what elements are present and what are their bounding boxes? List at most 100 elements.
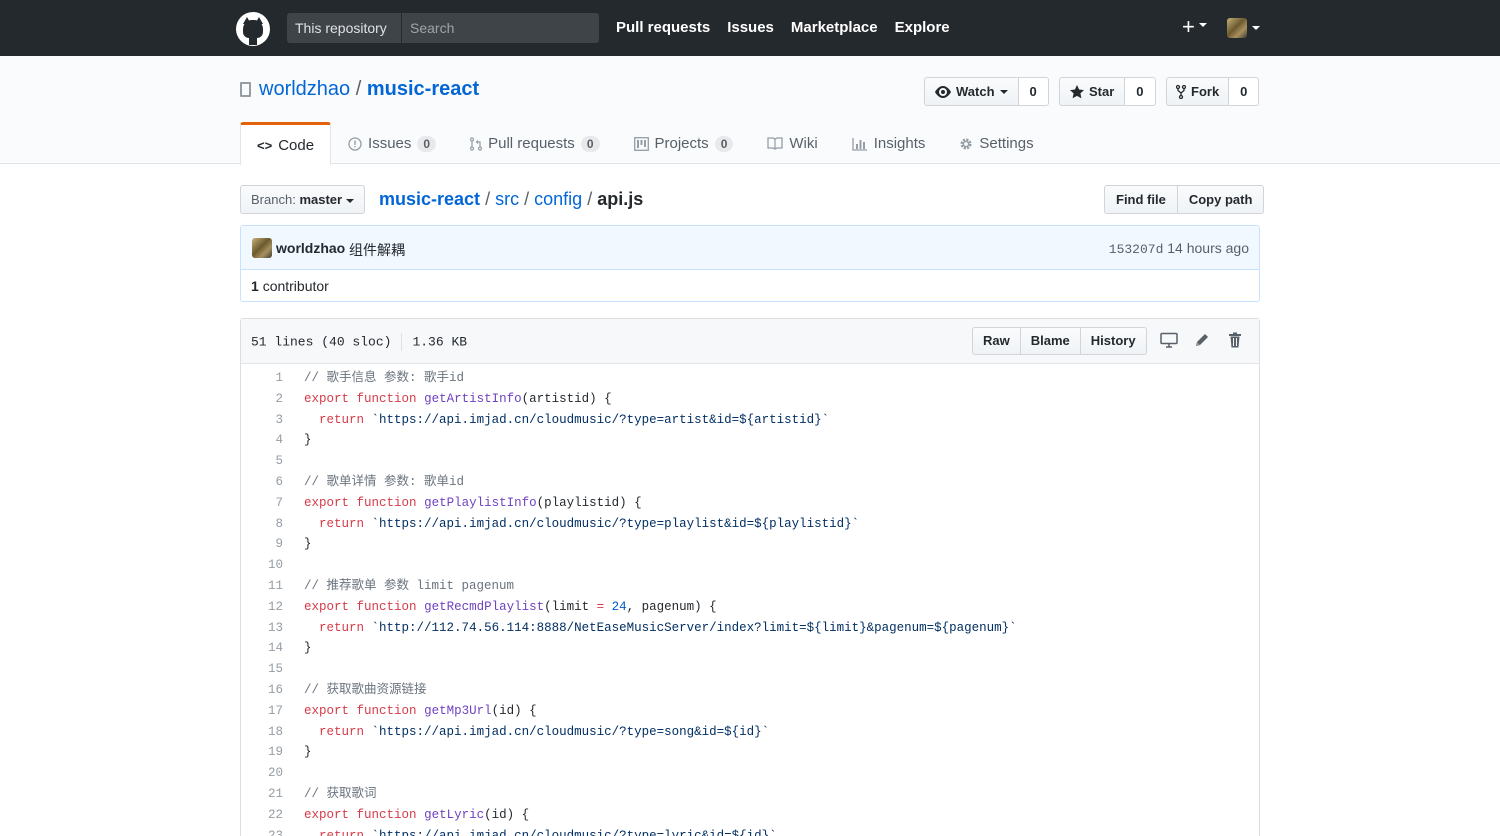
code-line: 15 [241, 659, 1259, 680]
code-line: 22 export function getLyric(id) { [241, 805, 1259, 826]
code-line: 10 [241, 555, 1259, 576]
tab-insights[interactable]: Insights [835, 122, 943, 164]
line-number[interactable]: 18 [241, 722, 291, 743]
nav-pull-requests[interactable]: Pull requests [616, 19, 710, 36]
code-token: return [319, 724, 365, 739]
commit-tease: worldzhao 组件解耦 153207d 14 hours ago [241, 226, 1259, 270]
code-line: 16 // 获取歌曲资源链接 [241, 680, 1259, 701]
eye-icon [935, 85, 951, 98]
line-number[interactable]: 23 [241, 826, 291, 836]
code-token: `http://112.74.56.114:8888/NetEaseMusicS… [371, 620, 1017, 635]
commit-author-avatar[interactable] [252, 238, 272, 258]
code-line: 4} [241, 430, 1259, 451]
find-file-button[interactable]: Find file [1104, 185, 1178, 214]
line-number[interactable]: 10 [241, 555, 291, 576]
book-icon [767, 137, 784, 150]
line-content [291, 659, 304, 680]
breadcrumb-repo-root[interactable]: music-react [379, 189, 480, 209]
branch-select-button[interactable]: Branch: master [240, 185, 365, 214]
star-count[interactable]: 0 [1125, 77, 1156, 106]
desktop-icon[interactable] [1159, 332, 1178, 350]
commit-sha-link[interactable]: 153207d [1109, 242, 1164, 257]
line-content [291, 555, 304, 576]
breadcrumb-config[interactable]: config [534, 189, 582, 209]
line-content: export function getPlaylistInfo(playlist… [291, 493, 642, 514]
watch-count[interactable]: 0 [1018, 77, 1049, 106]
fork-group: Fork 0 [1166, 77, 1260, 106]
code-token: } [304, 641, 312, 656]
copy-path-button[interactable]: Copy path [1177, 185, 1265, 214]
history-button[interactable]: History [1079, 327, 1147, 355]
line-number[interactable]: 15 [241, 659, 291, 680]
create-new-dropdown[interactable]: + [1182, 16, 1207, 38]
raw-button[interactable]: Raw [972, 327, 1021, 355]
tab-wiki[interactable]: Wiki [750, 122, 834, 164]
commit-message-link[interactable]: 组件解耦 [349, 240, 405, 260]
user-avatar[interactable] [1227, 18, 1247, 38]
line-number[interactable]: 3 [241, 410, 291, 431]
line-number[interactable]: 21 [241, 784, 291, 805]
chevron-down-icon[interactable] [1252, 26, 1260, 30]
line-number[interactable]: 13 [241, 618, 291, 639]
search-scope-label: This repository [287, 13, 401, 43]
commit-author-link[interactable]: worldzhao [276, 240, 345, 256]
line-number[interactable]: 14 [241, 638, 291, 659]
code-token: export [304, 495, 350, 510]
fork-count[interactable]: 0 [1229, 77, 1260, 106]
line-number[interactable]: 6 [241, 472, 291, 493]
repo-name-link[interactable]: music-react [367, 78, 479, 100]
github-logo-icon[interactable] [236, 12, 270, 46]
code-token: return [319, 412, 365, 427]
line-number[interactable]: 12 [241, 597, 291, 618]
tab-issues[interactable]: Issues 0 [331, 122, 453, 164]
line-number[interactable]: 9 [241, 534, 291, 555]
blame-button[interactable]: Blame [1019, 327, 1081, 355]
code-token: getArtistInfo [424, 391, 522, 406]
line-number[interactable]: 22 [241, 805, 291, 826]
code-token: (artistid) { [521, 391, 612, 406]
line-number[interactable]: 17 [241, 701, 291, 722]
code-line: 11 // 推荐歌单 参数 limit pagenum [241, 576, 1259, 597]
tab-settings[interactable]: Settings [942, 122, 1050, 164]
repo-owner-link[interactable]: worldzhao [259, 78, 350, 100]
code-token: (id) { [484, 807, 530, 822]
star-group: Star 0 [1059, 77, 1156, 106]
nav-issues[interactable]: Issues [727, 19, 774, 36]
line-number[interactable]: 2 [241, 389, 291, 410]
code-line: 18 return `https://api.imjad.cn/cloudmus… [241, 722, 1259, 743]
nav-explore[interactable]: Explore [895, 19, 950, 36]
line-number[interactable]: 1 [241, 368, 291, 389]
file-info: 51 lines (40 sloc) 1.36 KB [251, 333, 467, 351]
line-number[interactable]: 19 [241, 742, 291, 763]
tab-label: Code [278, 136, 315, 154]
code-token: return [319, 516, 365, 531]
watch-button[interactable]: Watch [924, 77, 1019, 106]
line-number[interactable]: 16 [241, 680, 291, 701]
watch-group: Watch 0 [924, 77, 1049, 106]
line-content: } [291, 638, 312, 659]
trash-icon[interactable] [1228, 332, 1246, 350]
search-input[interactable] [401, 13, 599, 43]
line-number[interactable]: 7 [241, 493, 291, 514]
contributors-summary[interactable]: 1 contributor [251, 278, 329, 294]
commit-box: worldzhao 组件解耦 153207d 14 hours ago 1 co… [240, 225, 1260, 302]
breadcrumb-src[interactable]: src [495, 189, 519, 209]
plus-icon: + [1182, 14, 1195, 39]
tab-projects[interactable]: Projects 0 [617, 122, 751, 164]
star-button[interactable]: Star [1059, 77, 1126, 106]
pencil-icon[interactable] [1194, 332, 1212, 350]
tab-code[interactable]: <> Code [240, 122, 332, 165]
line-number[interactable]: 11 [241, 576, 291, 597]
line-number[interactable]: 5 [241, 451, 291, 472]
fork-button[interactable]: Fork [1166, 77, 1230, 106]
line-number[interactable]: 8 [241, 514, 291, 535]
nav-marketplace[interactable]: Marketplace [791, 19, 878, 36]
line-number[interactable]: 4 [241, 430, 291, 451]
code-token: 24 [611, 599, 627, 614]
line-number[interactable]: 20 [241, 763, 291, 784]
tab-pull-requests[interactable]: Pull requests 0 [453, 122, 616, 164]
breadcrumb: music-react / src / config / api.js [379, 189, 643, 210]
